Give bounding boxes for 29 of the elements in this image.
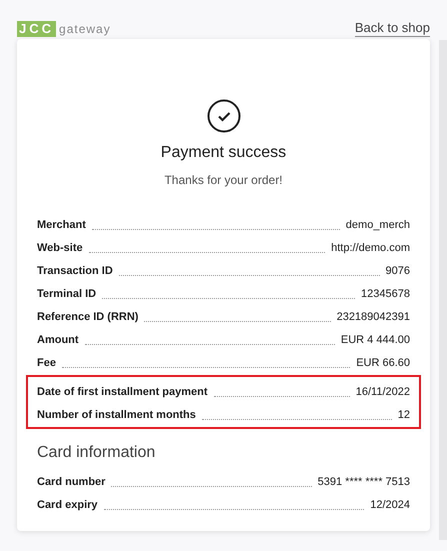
detail-value: 16/11/2022 [356, 384, 410, 400]
detail-value: http://demo.com [331, 240, 410, 256]
detail-value: 12 [398, 408, 410, 422]
detail-label: Card expiry [37, 498, 98, 512]
detail-label: Merchant [37, 218, 86, 232]
detail-value: 9076 [386, 264, 410, 278]
detail-label: Transaction ID [37, 264, 113, 278]
detail-label: Web-site [37, 240, 83, 256]
detail-value: 232189042391 [336, 310, 410, 324]
back-link[interactable]: Back to shop [354, 20, 430, 37]
detail-label: Reference ID (RRN) [37, 310, 138, 324]
detail-value: 5391 **** **** 7513 [318, 474, 410, 490]
logo-text: gateway [59, 20, 111, 38]
detail-value: 12345678 [361, 286, 410, 302]
detail-value: demo_merch [346, 218, 410, 232]
detail-label: Terminal ID [37, 286, 96, 302]
detail-label: Fee [37, 356, 56, 370]
detail-label: Card number [37, 474, 106, 490]
detail-label: Date of first installment payment [37, 384, 208, 400]
logo-mark: JCC [17, 20, 56, 36]
status-subtitle: Thanks for your order! [164, 172, 283, 189]
detail-label: Number of installment months [37, 408, 196, 422]
detail-value: 12/2024 [370, 498, 410, 512]
detail-value: EUR 4 444.00 [340, 332, 410, 348]
detail-value: EUR 66.60 [356, 356, 410, 370]
checkmark-icon [206, 99, 240, 133]
status-title: Payment success [160, 143, 286, 163]
section-title: Card information [37, 443, 156, 463]
detail-label: Amount [37, 332, 79, 348]
